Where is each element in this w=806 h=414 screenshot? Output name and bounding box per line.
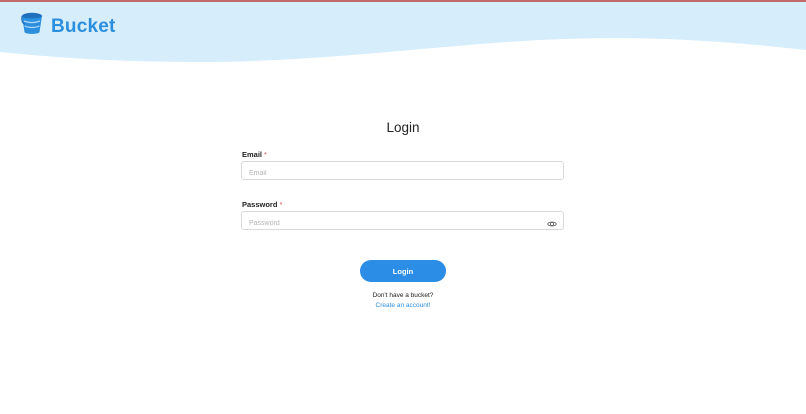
email-field[interactable] [242,165,532,182]
email-label-text: Email [242,150,263,159]
signup-prompt: Don't have a bucket? [372,292,434,299]
login-page: Bucket Login Email* Password* Login Don'… [0,0,806,414]
header-wave [0,2,806,62]
bucket-icon [21,12,43,41]
page-title: Login [386,120,420,135]
password-field-wrapper [241,211,564,232]
email-field-wrapper [241,161,564,182]
brand-name: Bucket [51,15,116,37]
required-mark: * [279,200,283,209]
brand[interactable]: Bucket [21,12,116,41]
password-field[interactable] [242,215,532,232]
password-label-text: Password [242,200,278,209]
eye-icon[interactable] [547,216,557,227]
required-mark: * [264,150,267,159]
create-account-link[interactable]: Create an account! [376,302,431,309]
login-button[interactable]: Login [360,260,446,282]
password-label: Password * [242,200,282,209]
signup-link-row: Create an account! [0,302,806,309]
email-label: Email * [242,150,267,159]
